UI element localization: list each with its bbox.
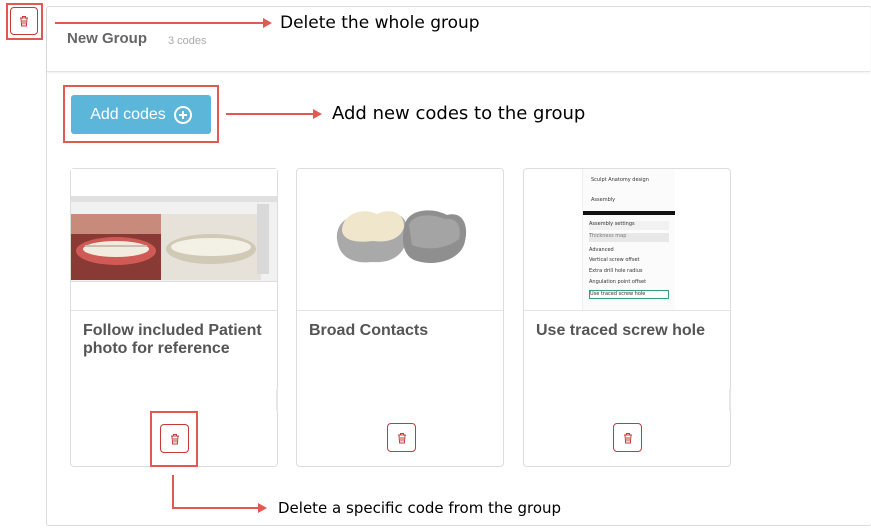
delete-code-button[interactable] [613, 423, 642, 452]
group-code-count: 3 codes [168, 35, 207, 47]
trash-icon [623, 432, 632, 443]
card-image-patient-photo [71, 169, 277, 311]
sculpt-thickness: Thickness map [589, 233, 669, 242]
sculpt-advanced: Advanced [589, 247, 614, 253]
sculpt-row: Angulation point offset [589, 279, 647, 285]
trash-icon [20, 16, 28, 27]
card-image-broad-contacts [297, 169, 503, 311]
trash-icon [397, 432, 406, 443]
annotation-delete-code: Delete a specific code from the group [278, 499, 562, 517]
annotation-arrow-head [258, 503, 267, 513]
group-title[interactable]: New Group [67, 30, 147, 47]
delete-group-button[interactable] [10, 7, 38, 35]
sculpt-tab: Assembly [591, 197, 616, 203]
trash-icon [170, 433, 179, 444]
delete-code-button[interactable] [387, 423, 416, 452]
card-title: Follow included Patient photo for refere… [83, 322, 262, 357]
annotation-arrow-head [263, 18, 272, 28]
annotation-arrow-line [172, 475, 174, 508]
annotation-arrow-line [226, 113, 314, 115]
add-codes-label: Add codes [90, 105, 166, 123]
plus-circle-icon [173, 105, 192, 124]
annotation-delete-group: Delete the whole group [280, 13, 480, 33]
annotation-add-codes: Add new codes to the group [332, 103, 586, 124]
add-codes-button[interactable]: Add codes [71, 95, 211, 134]
card-title: Broad Contacts [309, 322, 429, 339]
card-image-sculpt-panel: Sculpt Anatomy design Assembly Assembly … [524, 169, 730, 311]
sculpt-section: Assembly settings [589, 221, 669, 230]
annotation-arrow-head [313, 109, 322, 119]
sculpt-header: Sculpt Anatomy design [591, 177, 649, 183]
annotation-arrow-line [172, 507, 258, 509]
scrollbar[interactable] [276, 389, 278, 411]
annotation-arrow-line [55, 22, 263, 24]
card-title: Use traced screw hole [536, 322, 705, 339]
scrollbar[interactable] [729, 389, 731, 411]
sculpt-checkbox: Use traced screw hole [589, 290, 669, 299]
sculpt-row: Extra drill hole radius [589, 268, 643, 274]
delete-code-button[interactable] [160, 424, 189, 453]
sculpt-row: Vertical screw offset [589, 257, 640, 263]
